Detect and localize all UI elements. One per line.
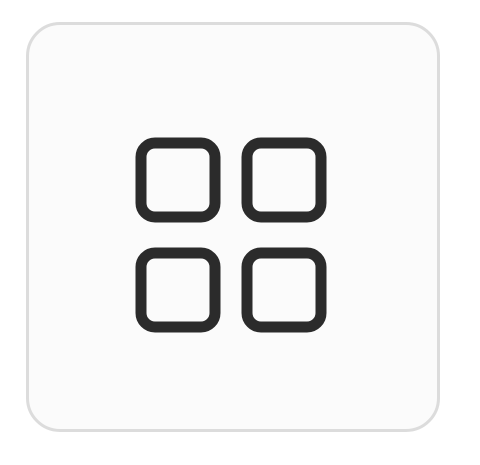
grid-square-top-left — [135, 137, 221, 223]
app-grid-tile-button[interactable] — [26, 22, 440, 432]
grid-square-bottom-left — [135, 247, 221, 333]
grid-icon — [133, 135, 329, 335]
grid-square-bottom-right — [241, 247, 327, 333]
grid-square-top-right — [241, 137, 327, 223]
